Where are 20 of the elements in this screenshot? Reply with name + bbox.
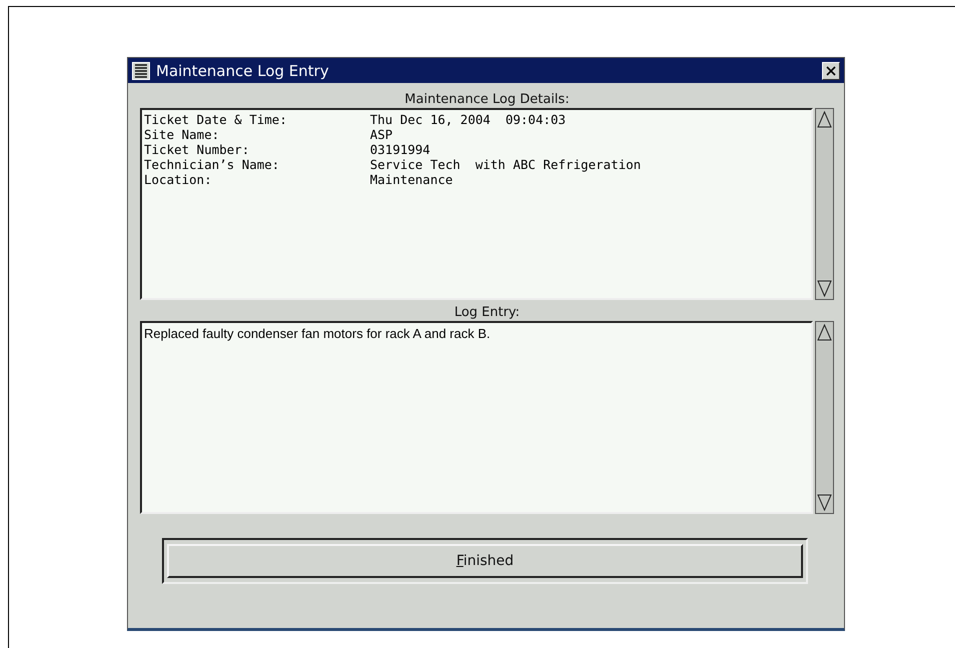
section-heading: Log Entry:: [453, 304, 521, 321]
finished-button[interactable]: Finished: [167, 544, 803, 578]
window-title: Maintenance Log Entry: [156, 62, 330, 80]
scrollbar[interactable]: [815, 321, 834, 514]
close-button[interactable]: [822, 62, 840, 80]
field-value: Thu Dec 16, 2004 09:04:03: [370, 112, 566, 127]
field-label: Technician’s Name:: [144, 157, 280, 172]
close-icon: [826, 66, 836, 76]
field-value: Maintenance: [370, 172, 453, 187]
field-label: Site Name:: [144, 127, 220, 142]
field-label: Location:: [144, 172, 213, 187]
section-heading: Maintenance Log Details:: [404, 91, 570, 108]
log-entry-field[interactable]: Replaced faulty condenser fan motors for rack A and rack B.: [140, 321, 813, 514]
field-label: Ticket Date & Time:: [144, 112, 288, 127]
field-value: 03191994: [370, 142, 430, 157]
window-menu-icon[interactable]: [132, 62, 150, 80]
field-value: Service Tech with ABC Refrigeration: [370, 157, 641, 172]
scrollbar[interactable]: [815, 108, 834, 300]
field-value: ASP: [370, 127, 393, 142]
field-label: Ticket Number:: [144, 142, 250, 157]
